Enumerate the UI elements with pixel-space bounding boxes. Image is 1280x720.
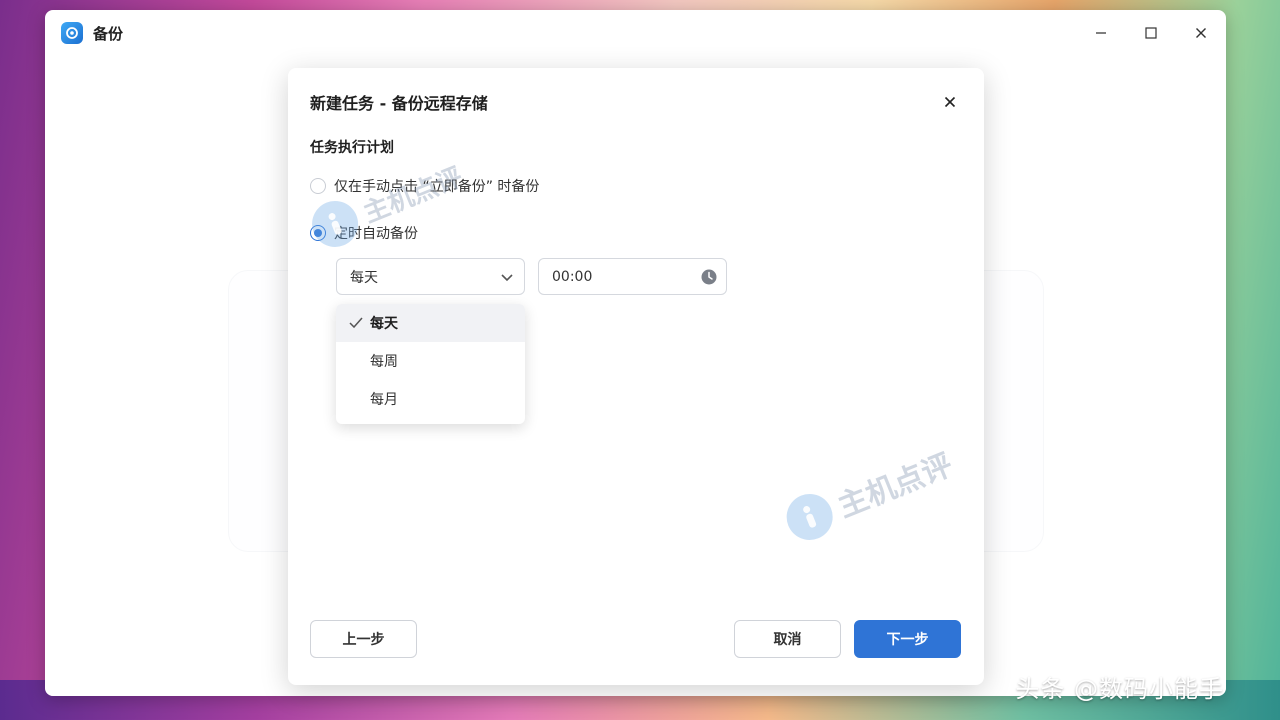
maximize-button[interactable] (1126, 10, 1176, 56)
maximize-icon (1145, 27, 1157, 39)
new-task-dialog: 新建任务 - 备份远程存储 任务执行计划 仅在手动点击 “立即备份” 时备份 定… (288, 68, 984, 685)
radio-option-manual[interactable]: 仅在手动点击 “立即备份” 时备份 (310, 176, 539, 196)
radio-option-scheduled[interactable]: 定时自动备份 (310, 223, 418, 243)
dropdown-item-label: 每月 (370, 392, 398, 408)
app-title: 备份 (93, 24, 124, 43)
source-credit: 头条 @数码小能手 (1015, 675, 1224, 703)
next-step-button[interactable]: 下一步 (854, 620, 961, 658)
radio-label-manual: 仅在手动点击 “立即备份” 时备份 (334, 179, 540, 195)
radio-button-scheduled[interactable] (310, 225, 326, 241)
radio-button-manual[interactable] (310, 178, 326, 194)
previous-step-button[interactable]: 上一步 (310, 620, 417, 658)
backup-app-icon (61, 22, 83, 44)
dialog-close-button[interactable] (938, 90, 962, 114)
section-title-schedule: 任务执行计划 (310, 140, 394, 156)
time-input[interactable] (552, 268, 682, 285)
title-bar: 备份 (45, 10, 1226, 56)
close-icon (1196, 28, 1206, 38)
cancel-button[interactable]: 取消 (734, 620, 841, 658)
clock-icon[interactable] (701, 269, 717, 285)
window-close-button[interactable] (1176, 10, 1226, 56)
dropdown-item-daily[interactable]: 每天 (336, 304, 525, 342)
frequency-dropdown-menu: 每天 每周 每月 (336, 304, 525, 424)
checkmark-icon (349, 317, 363, 329)
close-icon (944, 96, 956, 108)
window-controls (1076, 10, 1226, 56)
dropdown-item-weekly[interactable]: 每周 (336, 342, 525, 380)
minimize-button[interactable] (1076, 10, 1126, 56)
dropdown-item-monthly[interactable]: 每月 (336, 380, 525, 418)
frequency-select-value: 每天 (350, 269, 378, 286)
dropdown-item-label: 每天 (370, 316, 398, 332)
minimize-icon (1096, 32, 1106, 34)
chevron-down-icon (501, 274, 513, 282)
dialog-title: 新建任务 - 备份远程存储 (310, 94, 488, 113)
radio-label-scheduled: 定时自动备份 (334, 226, 418, 242)
frequency-select[interactable]: 每天 (336, 258, 525, 295)
time-picker[interactable] (538, 258, 727, 295)
dropdown-item-label: 每周 (370, 354, 398, 370)
